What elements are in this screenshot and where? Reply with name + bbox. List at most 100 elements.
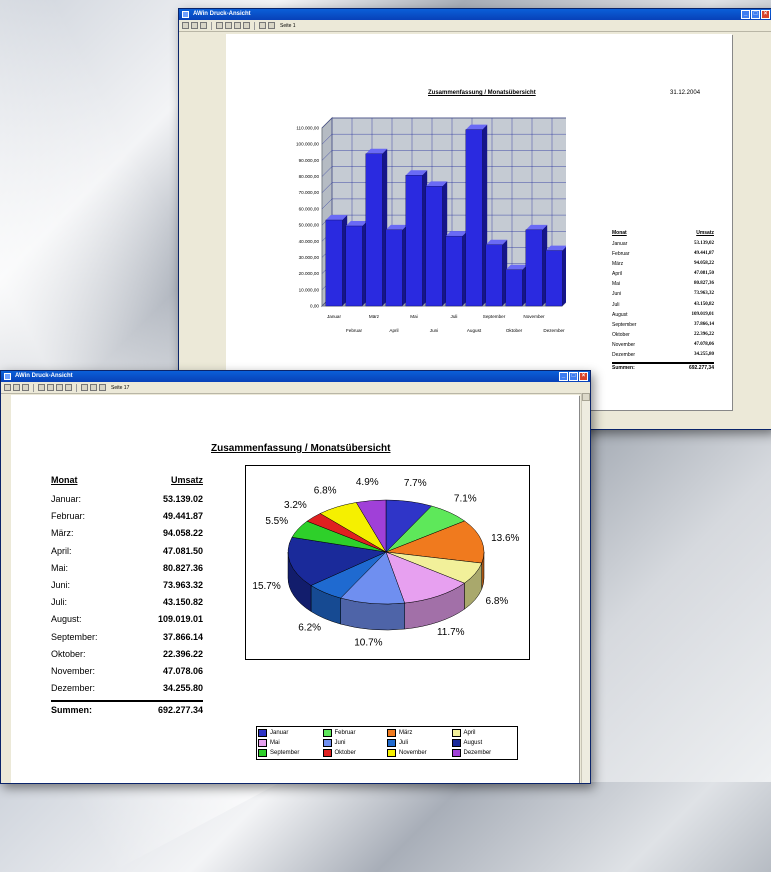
- y-tick-label: 40.000,00: [299, 239, 320, 244]
- bar-front: [385, 229, 403, 307]
- prev-page-icon[interactable]: [225, 22, 232, 29]
- legend-item: Oktober: [322, 748, 388, 758]
- row-month: Juni:: [51, 579, 71, 590]
- row-month: November: [612, 341, 636, 348]
- row-month: Juni: [612, 291, 622, 298]
- x-tick-label: Dezember: [543, 328, 565, 333]
- save-icon[interactable]: [22, 384, 29, 391]
- legend-swatch: [387, 739, 396, 747]
- row-value: 34.255,80: [694, 352, 714, 358]
- pie-chart-frame: 7.7% 7.1% 13.6% 6.8% 11.7% 10.7% 6.2% 15.7% 5.5%…: [245, 465, 530, 660]
- sum-value: 692.277.34: [157, 705, 203, 716]
- report-page: Zusammenfassung / Monatsübersicht Monat …: [11, 395, 579, 783]
- save-icon[interactable]: [200, 22, 207, 29]
- first-page-icon[interactable]: [38, 384, 45, 391]
- sum-label: Summen:: [612, 365, 635, 372]
- bar-front: [485, 244, 503, 307]
- print-preview-window-front[interactable]: AWin Druck-Ansicht _ □ × Seite 17 Zusamm…: [0, 370, 591, 784]
- refresh-icon[interactable]: [81, 384, 88, 391]
- prev-page-icon[interactable]: [47, 384, 54, 391]
- open-icon[interactable]: [4, 384, 11, 391]
- legend-swatch: [387, 749, 396, 757]
- table-row: Dezember: 34.255.80: [51, 680, 203, 697]
- table-row: Januar: 53.139.02: [51, 491, 203, 508]
- zoom-in-icon[interactable]: [90, 384, 97, 391]
- scroll-up-icon[interactable]: [582, 393, 590, 401]
- table-row: März 94.058,22: [612, 259, 714, 269]
- pie-percent-label: 6.8%: [486, 596, 509, 607]
- pie-percent-label: 3.2%: [284, 500, 307, 511]
- pie-percent-label: 7.7%: [404, 478, 427, 489]
- x-tick-label: September: [483, 314, 506, 319]
- table-row: Juli 43.150,82: [612, 300, 714, 310]
- legend-item: Juni: [322, 738, 388, 748]
- table-row: April 47.081,50: [612, 269, 714, 279]
- legend-item: Dezember: [451, 748, 517, 758]
- table-row: September: 37.866.14: [51, 629, 203, 646]
- minimize-button[interactable]: _: [559, 372, 568, 381]
- close-button[interactable]: ×: [579, 372, 588, 381]
- bar-chart: 0,00 10.000,00 20.000,00 30.000,00 40.000,00…: [296, 116, 566, 333]
- x-tick-label: März: [369, 314, 380, 319]
- print-icon[interactable]: [13, 384, 20, 391]
- bar-front: [545, 250, 563, 307]
- row-month: Dezember:: [51, 683, 96, 694]
- titlebar[interactable]: AWin Druck-Ansicht _ □ ×: [1, 371, 590, 382]
- legend-label: März: [399, 730, 413, 736]
- y-tick-label: 50.000,00: [299, 223, 320, 228]
- legend-label: August: [463, 740, 483, 746]
- bar-front: [445, 235, 463, 307]
- maximize-button[interactable]: □: [751, 10, 760, 19]
- minimize-button[interactable]: _: [741, 10, 750, 19]
- row-value: 49.441,87: [694, 251, 714, 257]
- report-title: Zusammenfassung / Monatsübersicht: [211, 443, 391, 454]
- bar: [505, 264, 528, 307]
- open-icon[interactable]: [182, 22, 189, 29]
- pie-percent-label: 6.2%: [298, 622, 321, 633]
- window-title: AWin Druck-Ansicht: [193, 11, 251, 17]
- vertical-scrollbar[interactable]: [581, 393, 590, 783]
- bar-front: [405, 175, 423, 307]
- table-row: Dezember 34.255,80: [612, 350, 714, 360]
- bar-front: [505, 269, 523, 307]
- next-page-icon[interactable]: [56, 384, 63, 391]
- row-month: April:: [51, 545, 72, 556]
- next-page-icon[interactable]: [234, 22, 241, 29]
- y-tick-label: 80.000,00: [299, 174, 320, 179]
- table-row: Februar: 49.441.87: [51, 508, 203, 525]
- toolbar-separator: [211, 21, 212, 30]
- table-row: Februar 49.441,87: [612, 249, 714, 259]
- print-icon[interactable]: [191, 22, 198, 29]
- legend-swatch: [322, 749, 332, 757]
- first-page-icon[interactable]: [216, 22, 223, 29]
- last-page-icon[interactable]: [65, 384, 72, 391]
- print-preview-window-back[interactable]: AWin Druck-Ansicht _ □ × Seite 1 Zusamme…: [178, 8, 771, 430]
- legend-label: November: [399, 750, 427, 756]
- bar: [345, 220, 368, 307]
- titlebar[interactable]: AWin Druck-Ansicht _ □ ×: [179, 9, 771, 20]
- legend-label: September: [270, 750, 300, 756]
- table-row: September 37.866,14: [612, 320, 714, 330]
- row-value: 109.019.01: [157, 614, 203, 625]
- app-icon: [4, 373, 11, 380]
- last-page-icon[interactable]: [243, 22, 250, 29]
- bar-front: [345, 225, 363, 307]
- legend-item: November: [387, 748, 452, 758]
- zoom-out-icon[interactable]: [99, 384, 106, 391]
- row-value: 53.139.02: [162, 494, 203, 504]
- summary-table: Monat Umsatz Januar 53.139,02 Februar 49.44…: [612, 230, 714, 371]
- legend-label: Oktober: [334, 750, 356, 756]
- legend-item: März: [387, 728, 452, 738]
- table-row: Mai: 80.827.36: [51, 560, 203, 577]
- app-icon: [182, 11, 189, 18]
- row-month: Mai:: [51, 562, 69, 573]
- close-button[interactable]: ×: [761, 10, 770, 19]
- legend-item: Mai: [258, 738, 323, 748]
- pie-percent-label: 5.5%: [265, 516, 288, 527]
- zoom-in-icon[interactable]: [259, 22, 266, 29]
- bar: [325, 215, 348, 307]
- maximize-button[interactable]: □: [569, 372, 578, 381]
- zoom-out-icon[interactable]: [268, 22, 275, 29]
- x-tick-label: Februar: [346, 328, 363, 333]
- bar: [385, 224, 408, 307]
